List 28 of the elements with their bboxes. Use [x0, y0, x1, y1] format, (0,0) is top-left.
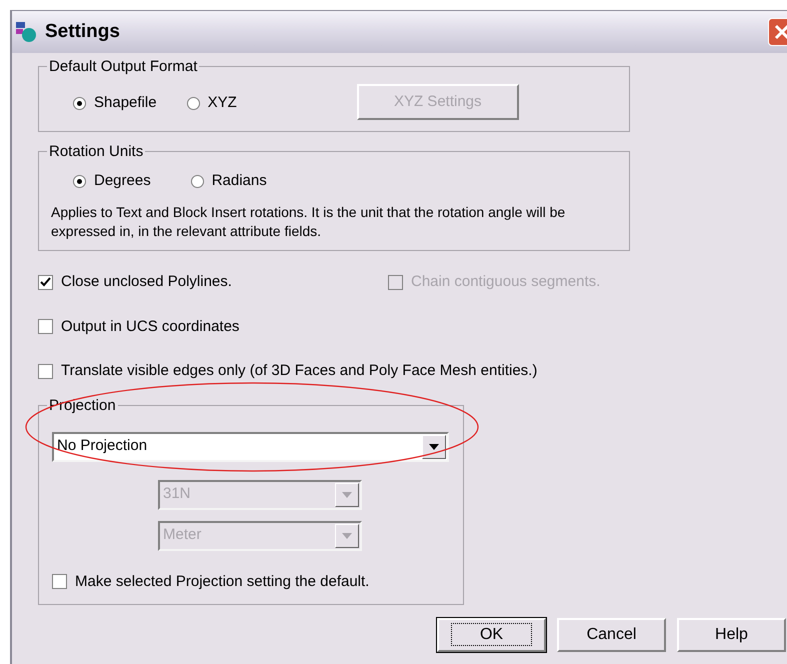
rotation-note: Applies to Text and Block Insert rotations. It is the unit that the rotation angle will be expressed in, in the relevant attribute fields. [51, 202, 566, 240]
checkbox[interactable] [38, 364, 53, 379]
window-title: Settings [45, 20, 120, 44]
radio-label: Shapefile [94, 92, 157, 113]
close-icon [774, 24, 787, 40]
dialog-button[interactable]: OK [437, 618, 546, 652]
radio-label: Degrees [94, 171, 151, 191]
dropdown-value: No Projection [56, 436, 148, 456]
checkbox-label: Output in UCS coordinates [61, 316, 240, 336]
dropdown-value: 31N [162, 484, 192, 504]
radio-button[interactable] [73, 174, 86, 188]
checkbox[interactable] [52, 574, 67, 590]
checkbox-label: Close unclosed Polylines. [61, 272, 232, 292]
checkbox-label: Translate visible edges only (of 3D Faces and Poly Face Mesh entities.) [61, 361, 538, 381]
checkbox-label: Make selected Projection setting the default. [75, 572, 370, 592]
radio-label: Radians [212, 171, 267, 191]
dialog-button[interactable]: Help [677, 618, 786, 652]
dialog-button[interactable]: Cancel [557, 618, 666, 652]
radio-button[interactable] [73, 96, 86, 110]
dropdown[interactable]: No Projection [52, 432, 449, 462]
app-icon [15, 21, 37, 43]
radio-button[interactable] [190, 174, 204, 188]
radio-button[interactable] [186, 96, 200, 110]
checkbox[interactable] [38, 274, 53, 290]
dropdown-value: Meter [162, 525, 202, 546]
checkbox-label: Chain contiguous segments. [411, 272, 600, 292]
radio-label: XYZ [208, 92, 237, 113]
checkbox[interactable] [38, 319, 53, 334]
